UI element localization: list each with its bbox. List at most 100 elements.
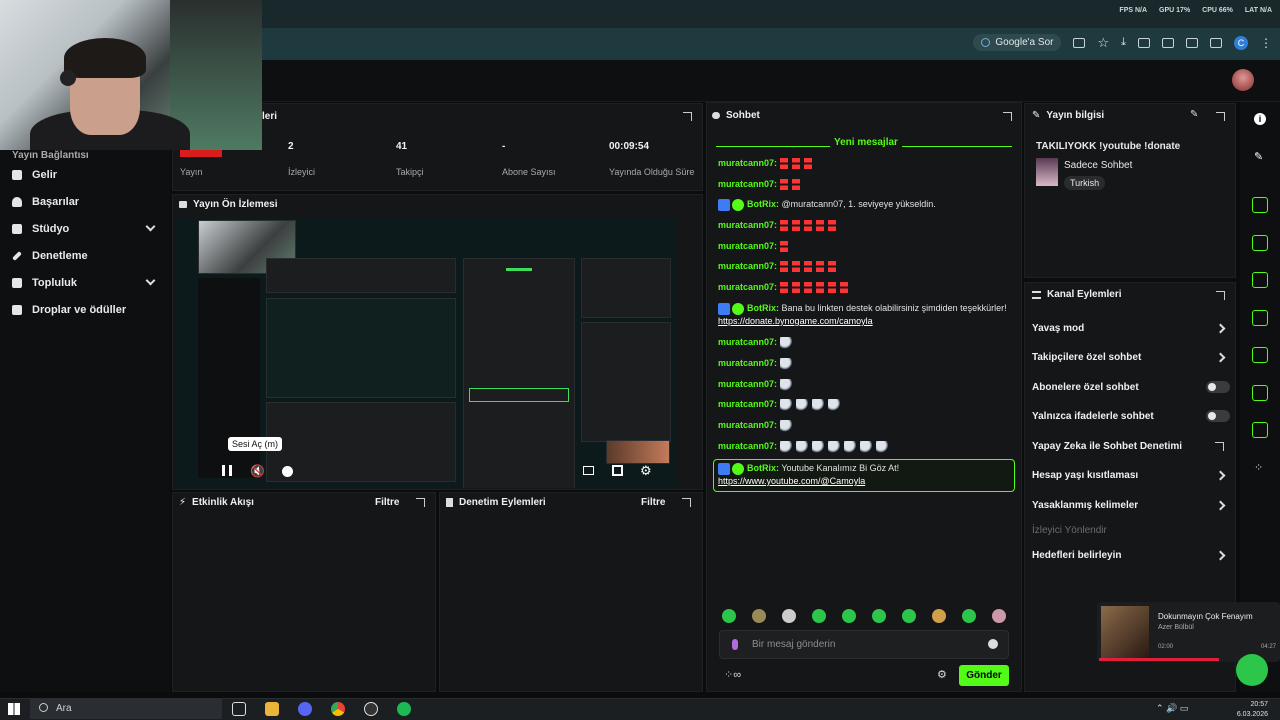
taskbar-clock[interactable]: 20:57 6.03.2026 [1237,700,1268,720]
user-avatar[interactable] [1232,69,1254,91]
chat-username[interactable]: muratcann07: [718,241,777,251]
pencil-icon[interactable]: ✎ [1254,150,1263,163]
chat-username[interactable]: muratcann07: [718,261,777,271]
popout-icon[interactable] [1216,291,1225,300]
chat-username[interactable]: muratcann07: [718,158,777,168]
chat-username[interactable]: muratcann07: [718,441,777,451]
wrench-icon[interactable] [1252,422,1268,438]
windows-start-icon[interactable] [8,703,20,715]
download-icon[interactable]: ⤓ [1121,36,1126,49]
chat-username[interactable]: muratcann07: [718,179,777,189]
channel-action-label: Hesap yaşı kısıtlaması [1032,470,1139,481]
popout-icon[interactable] [1003,112,1012,121]
taskbar-search[interactable]: Ara [30,699,222,719]
emote-button[interactable] [812,609,826,623]
edit-pencil-icon[interactable]: ✎ [1190,109,1198,120]
settings-gear-icon[interactable]: ⚙ [640,463,652,479]
task-view-icon[interactable] [232,702,246,716]
emote-button[interactable] [902,609,916,623]
document-icon[interactable] [1252,272,1268,288]
red-emote-icon [791,220,800,232]
popout-icon[interactable] [682,498,691,507]
channel-action-row[interactable]: Hedefleri belirleyin [1032,550,1230,561]
emote-button[interactable] [722,609,736,623]
youtube-link[interactable]: https://www.youtube.com/@Camoyla [718,476,865,486]
sidebar-item-topluluk[interactable]: Topluluk [0,269,170,296]
chat-username[interactable]: muratcann07: [718,358,777,368]
popout-icon[interactable] [683,112,692,121]
now-playing-widget[interactable]: Dokunmayın Çok Fenayım Azer Bülbül 02:00… [1097,602,1280,662]
info-icon[interactable]: i [1254,113,1266,125]
apps-icon[interactable]: ⁘ [1254,461,1263,474]
emote-button[interactable] [782,609,796,623]
channel-action-row[interactable]: Yapay Zeka ile Sohbet Denetimi [1032,441,1230,452]
scan-icon[interactable] [1252,197,1268,213]
broadcast-icon[interactable] [1252,347,1268,363]
emote-button[interactable] [962,609,976,623]
chat-icon[interactable] [1252,310,1268,326]
category-name[interactable]: Sadece Sohbet [1064,160,1132,171]
chat-username[interactable]: BotRix: [747,199,779,209]
chat-username[interactable]: muratcann07: [718,420,777,430]
channel-action-row[interactable]: Yasaklanmış kelimeler [1032,500,1230,511]
activity-filter-button[interactable]: Filtre [375,497,399,508]
chat-username[interactable]: muratcann07: [718,337,777,347]
chat-username[interactable]: muratcann07: [718,379,777,389]
bolt-icon[interactable] [1252,235,1268,251]
channel-action-row[interactable]: Abonelere özel sohbet [1032,381,1230,393]
sidebar-item-studyo[interactable]: Stüdyo [0,215,170,242]
channel-action-row[interactable]: Takipçilere özel sohbet [1032,352,1230,363]
send-button[interactable]: Gönder [959,665,1009,686]
sidebar-item-basarilar[interactable]: Başarılar [0,188,170,215]
obs-icon[interactable] [364,702,378,716]
google-lens-chip[interactable]: Google'a Sor [973,34,1062,51]
moderation-filter-button[interactable]: Filtre [641,497,665,508]
chat-settings-gear-icon[interactable]: ⚙ [937,668,947,681]
file-explorer-icon[interactable] [265,702,279,716]
fullscreen-icon[interactable] [612,465,623,476]
emote-button[interactable] [992,609,1006,623]
chat-username[interactable]: muratcann07: [718,220,777,230]
popout-icon[interactable] [416,498,425,507]
toggle-switch[interactable] [1206,410,1230,422]
eye-off-icon[interactable] [1073,37,1086,48]
sidebar-item-denetleme[interactable]: Denetleme [0,242,170,269]
pip-icon[interactable] [583,466,594,475]
chat-fab-icon[interactable] [1236,654,1268,686]
tag-chip[interactable]: Turkish [1064,176,1106,190]
emote-button[interactable] [752,609,766,623]
toggle-switch[interactable] [1206,381,1230,393]
pause-icon[interactable] [222,465,232,476]
discord-icon[interactable] [298,702,312,716]
channel-action-row[interactable]: Yalnızca ifadelerle sohbet [1032,410,1230,422]
channel-action-row[interactable]: Hesap yaşı kısıtlaması [1032,470,1230,481]
extension-icon[interactable] [1138,37,1150,48]
emote-button[interactable] [842,609,856,623]
menu-kebab-icon[interactable]: ⋮ [1260,36,1272,50]
verified-badge-icon [732,462,744,475]
chat-input[interactable]: Bir mesaj gönderin [719,630,1009,659]
chat-username[interactable]: muratcann07: [718,399,777,409]
channel-action-row[interactable]: Yavaş mod [1032,323,1230,334]
volume-slider-thumb[interactable] [282,466,293,477]
link-icon[interactable] [1186,37,1198,48]
sidebar-item-droplar[interactable]: Droplar ve ödüller [0,296,170,323]
muted-speaker-icon[interactable]: 🔇 [250,464,265,478]
emoji-icon[interactable] [988,639,998,649]
profile-avatar[interactable]: C [1234,35,1248,50]
layout-icon[interactable] [1252,385,1268,401]
emote-button[interactable] [932,609,946,623]
sidebar-item-gelir[interactable]: Gelir [0,161,170,188]
bookmark-star-icon[interactable]: ☆ [1097,35,1109,51]
spotify-icon[interactable] [397,702,411,716]
emote-button[interactable] [872,609,886,623]
media-icon[interactable] [1210,37,1222,48]
chat-username[interactable]: muratcann07: [718,282,777,292]
cast-icon[interactable] [1162,37,1174,48]
chrome-icon[interactable] [331,702,345,716]
popout-icon[interactable] [1216,112,1225,121]
donate-link[interactable]: https://donate.bynogame.com/camoyla [718,316,873,326]
chat-extras-icon[interactable]: ⁘∞ [724,668,741,681]
chat-username[interactable]: BotRix: [747,303,779,313]
system-tray[interactable]: ⌃ 🔊 ▭ [1156,703,1188,714]
